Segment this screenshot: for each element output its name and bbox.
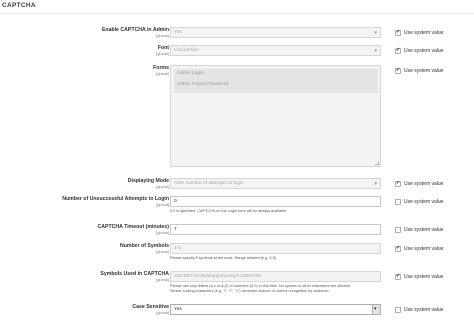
enable-captcha-admin-select[interactable]: Yes ▾ — [170, 27, 381, 38]
use-system-checkbox[interactable] — [395, 273, 401, 280]
symbols-used-input[interactable]: ABCDEFGHJKMnpqrstuvwxyz23456789 — [170, 271, 381, 282]
use-system-value-timeout[interactable]: Use system value — [395, 226, 473, 234]
use-system-checkbox[interactable] — [395, 227, 401, 233]
font-label: Font [global] — [4, 45, 169, 56]
displaying-mode-label: Displaying Mode [global] — [4, 178, 169, 189]
use-system-value-symbols-used[interactable]: Use system value — [395, 273, 473, 281]
unsuccessful-attempts-note: If 0 is specified, CAPTCHA on the Login … — [170, 209, 288, 213]
number-of-symbols-input[interactable]: 4-5 — [170, 243, 381, 254]
captcha-timeout-input[interactable]: 7 — [170, 224, 381, 235]
scope-label: [global] — [156, 249, 169, 254]
displaying-mode-select[interactable]: After number of attempts to login ▾ — [170, 178, 381, 189]
use-system-checkbox[interactable] — [395, 245, 401, 252]
use-system-checkbox[interactable] — [395, 307, 401, 313]
scope-label: [global] — [156, 184, 169, 189]
font-select[interactable]: LinLibertine ▾ — [170, 45, 381, 56]
unsuccessful-attempts-label: Number of Unsuccessful Attempts to Login… — [4, 196, 169, 207]
captcha-timeout-label: CAPTCHA Timeout (minutes) [global] — [4, 224, 169, 235]
use-system-value-attempts[interactable]: Use system value — [395, 198, 473, 206]
symbols-used-note-2: Similar looking characters (e.g. "i", "l… — [170, 289, 330, 293]
scope-label: [global] — [156, 202, 169, 207]
forms-multiselect[interactable]: Admin Login Admin Forgot Password — [170, 65, 381, 167]
scope-label: [global] — [156, 71, 169, 76]
forms-option-admin-forgot-password[interactable]: Admin Forgot Password — [174, 80, 378, 91]
number-of-symbols-note: Please specify 8 symbols at the most. Ra… — [170, 256, 277, 260]
forms-option-admin-login[interactable]: Admin Login — [174, 69, 378, 80]
chevron-down-icon: ▾ — [374, 30, 377, 36]
use-system-checkbox[interactable] — [395, 47, 401, 54]
section-title: CAPTCHA — [2, 2, 36, 9]
scope-label: [global] — [156, 51, 169, 56]
number-of-symbols-label: Number of Symbols [global] — [4, 243, 169, 254]
use-system-value-displaying-mode[interactable]: Use system value — [395, 180, 473, 188]
forms-options: Admin Login Admin Forgot Password — [174, 69, 378, 93]
use-system-checkbox[interactable] — [395, 199, 401, 205]
scope-label: [global] — [156, 230, 169, 235]
use-system-checkbox[interactable] — [395, 67, 401, 74]
case-sensitive-select[interactable]: Yes ▾ — [170, 304, 381, 315]
scope-label: [global] — [156, 310, 169, 315]
symbols-used-label: Symbols Used in CAPTCHA [global] — [4, 271, 169, 282]
case-sensitive-label: Case Sensitive [global] — [4, 304, 169, 315]
chevron-down-icon: ▾ — [374, 48, 377, 54]
forms-label: Forms [global] — [4, 65, 169, 76]
use-system-value-forms[interactable]: Use system value — [395, 67, 473, 75]
scope-label: [global] — [156, 33, 169, 38]
use-system-value-symbols-count[interactable]: Use system value — [395, 245, 473, 253]
chevron-down-icon: ▾ — [374, 306, 377, 312]
resize-handle[interactable] — [375, 161, 379, 165]
enable-captcha-admin-label: Enable CAPTCHA in Admin [global] — [4, 27, 169, 38]
use-system-value-font[interactable]: Use system value — [395, 47, 473, 55]
use-system-value-case-sensitive[interactable]: Use system value — [395, 306, 473, 314]
use-system-checkbox[interactable] — [395, 180, 401, 187]
scope-label: [global] — [156, 277, 169, 282]
section-divider — [0, 13, 474, 14]
unsuccessful-attempts-input[interactable]: 0 — [170, 196, 381, 207]
use-system-checkbox[interactable] — [395, 29, 401, 36]
use-system-value-enable-admin[interactable]: Use system value — [395, 29, 473, 37]
chevron-down-icon: ▾ — [374, 181, 377, 187]
